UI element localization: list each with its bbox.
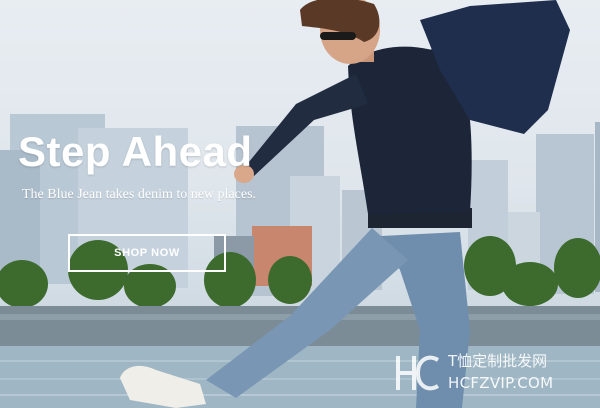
hero-copy: Step Ahead The Blue Jean takes denim to … [18,128,318,204]
shop-now-button[interactable]: SHOP NOW [68,234,226,272]
watermark-text-domain: HCFZVIP.COM [448,374,554,392]
hero-tagline: The Blue Jean takes denim to new places. [22,187,257,202]
hero-banner: Step Ahead The Blue Jean takes denim to … [0,0,600,408]
watermark-text-chinese: T恤定制批发网 [448,352,548,370]
hero-headline: Step Ahead [18,128,253,175]
watermark-logo-icon [396,355,440,391]
hero-photo [0,0,600,408]
site-watermark: T恤定制批发网 HCFZVIP.COM [392,350,592,398]
